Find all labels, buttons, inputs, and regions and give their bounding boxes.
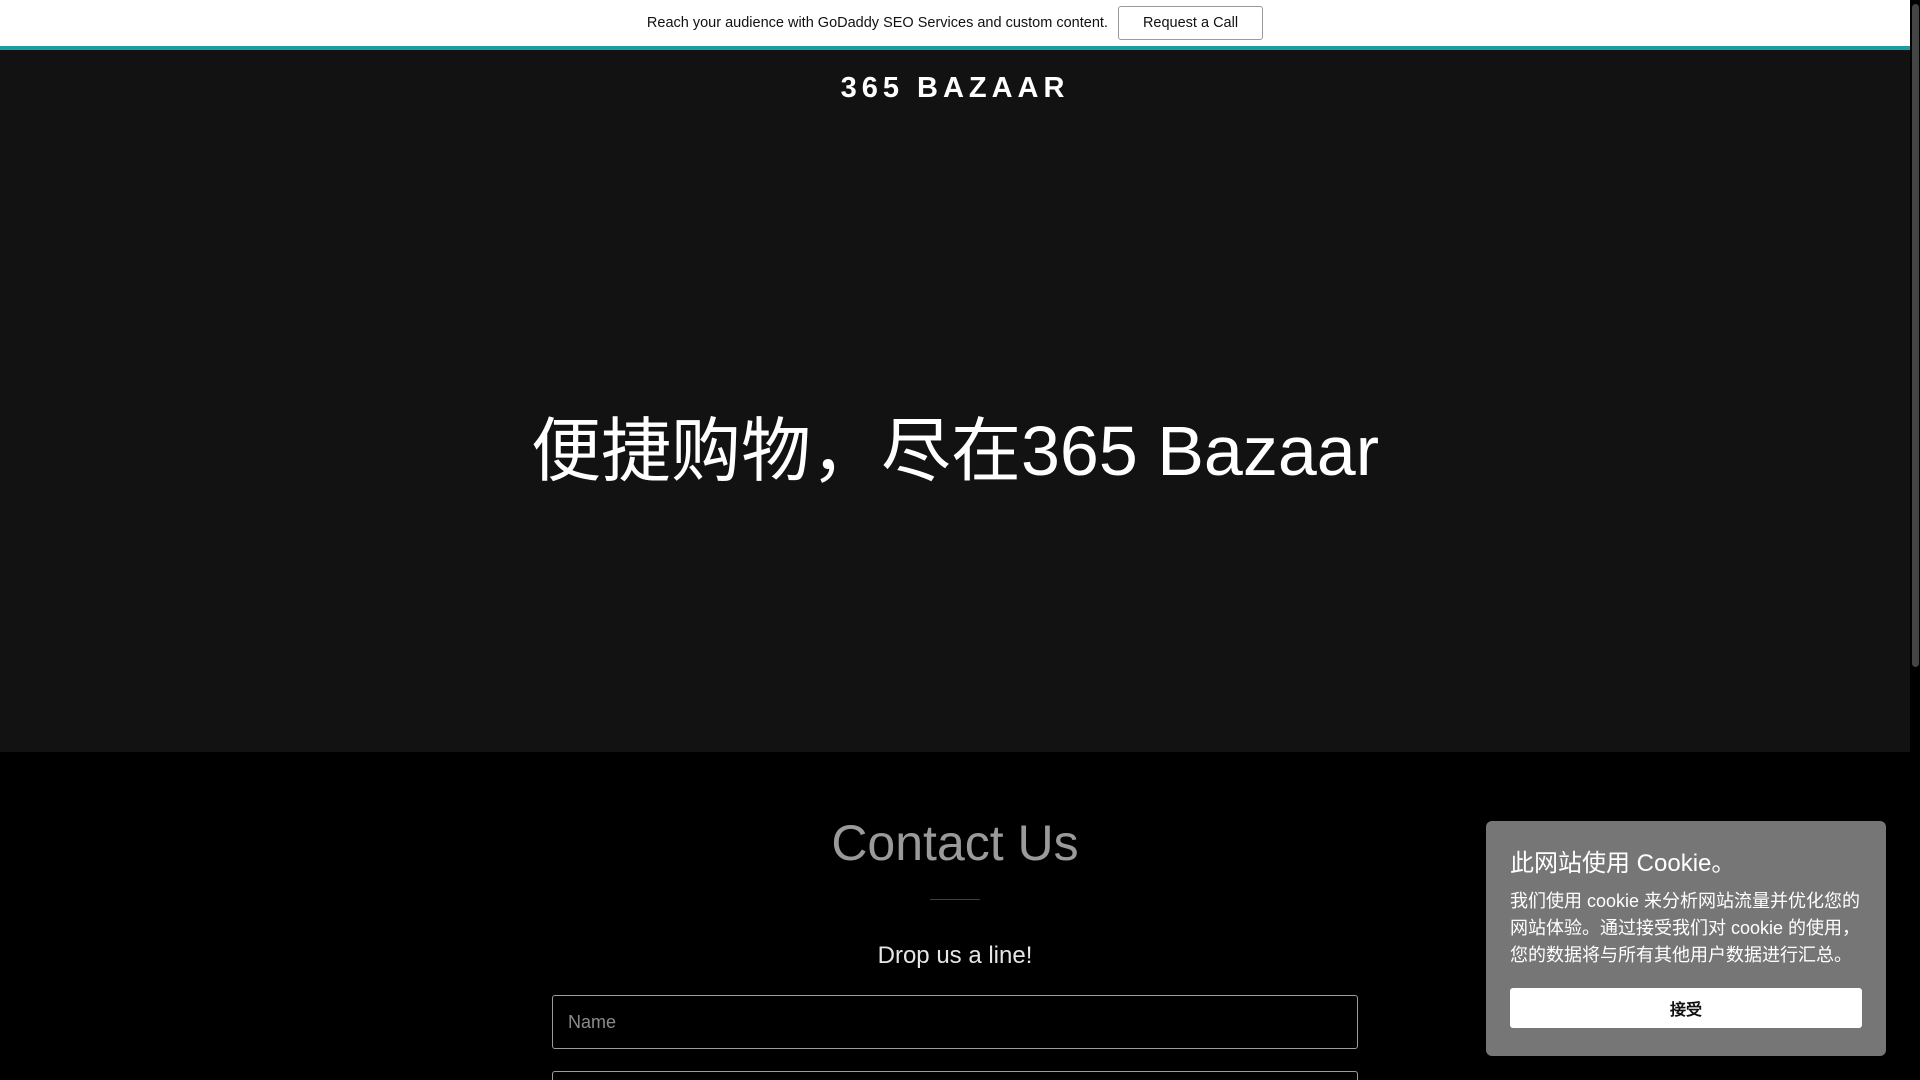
name-input[interactable]	[552, 995, 1358, 1049]
promo-bar: Reach your audience with GoDaddy SEO Ser…	[0, 0, 1910, 46]
cookie-body: 我们使用 cookie 来分析网站流量并优化您的网站体验。通过接受我们对 coo…	[1510, 891, 1861, 965]
hero-section: 365 BAZAAR 便捷购物，尽在365 Bazaar	[0, 50, 1910, 752]
request-call-button[interactable]: Request a Call	[1117, 6, 1264, 40]
email-input[interactable]	[552, 1071, 1358, 1080]
promo-text: Reach your audience with GoDaddy SEO Ser…	[646, 15, 1108, 31]
hero-title: 便捷购物，尽在365 Bazaar	[530, 412, 1380, 490]
contact-divider	[930, 899, 980, 900]
scrollbar-thumb[interactable]	[1912, 4, 1919, 667]
accept-cookies-button[interactable]: 接受	[1510, 988, 1862, 1028]
cookie-banner: 此网站使用 Cookie。 我们使用 cookie 来分析网站流量并优化您的网站…	[1486, 821, 1886, 1056]
site-logo[interactable]: 365 BAZAAR	[0, 72, 1910, 105]
cookie-title: 此网站使用 Cookie。	[1510, 850, 1736, 877]
